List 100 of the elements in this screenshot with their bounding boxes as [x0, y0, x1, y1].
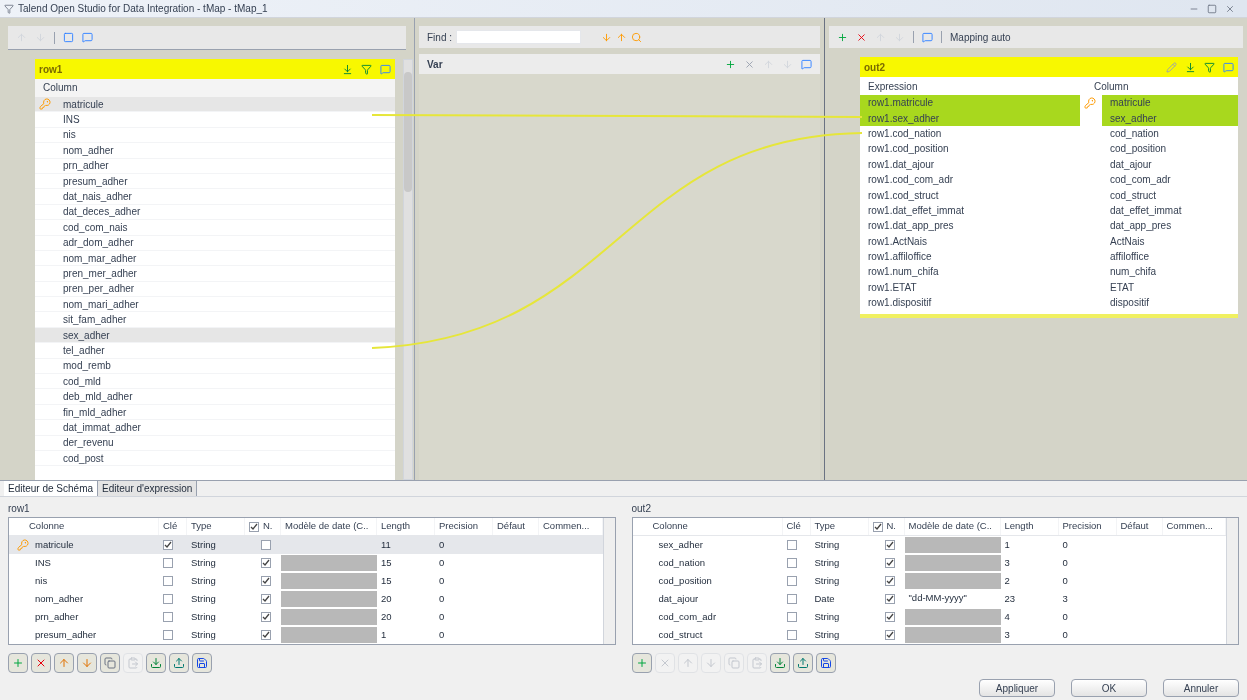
column-header[interactable]: Modèle de date (C.. — [285, 519, 369, 534]
column-row[interactable]: tel_adher — [35, 343, 395, 359]
schema-row[interactable]: matricule String 11 0 — [9, 536, 603, 554]
column-row[interactable]: deb_mld_adher — [35, 389, 395, 405]
checkbox[interactable] — [884, 630, 895, 640]
column-header[interactable]: Modèle de date (C.. — [908, 519, 992, 534]
checkbox[interactable] — [261, 612, 271, 622]
column-header[interactable]: Precision — [1062, 519, 1102, 534]
toolbar-button[interactable] — [769, 653, 790, 673]
editor-tab[interactable]: Editeur de Schéma — [4, 481, 99, 496]
checkbox[interactable] — [872, 521, 883, 532]
filter-icon[interactable] — [361, 63, 372, 75]
checkbox[interactable] — [884, 576, 895, 586]
column-row[interactable]: INS — [35, 112, 395, 128]
column-header[interactable]: Commen... — [543, 519, 590, 534]
column-header[interactable]: Type — [191, 519, 212, 534]
cross-icon[interactable] — [856, 31, 867, 43]
column-row[interactable]: nom_mari_adher — [35, 297, 395, 313]
toolbar-button[interactable] — [815, 653, 836, 673]
column-row[interactable]: nom_adher — [35, 143, 395, 159]
column-header[interactable]: Expression — [860, 78, 1086, 94]
checkbox[interactable] — [884, 540, 895, 550]
column-header[interactable]: N. — [886, 519, 896, 534]
toolbar-button[interactable] — [792, 653, 813, 673]
scrollbar[interactable] — [1226, 518, 1238, 644]
column-row[interactable]: matricule — [35, 97, 395, 113]
mapping-auto-button[interactable]: Mapping auto — [950, 29, 1011, 45]
column-header[interactable]: N. — [263, 519, 273, 534]
dialog-button[interactable]: Annuler — [1163, 679, 1239, 697]
checkbox[interactable] — [163, 612, 173, 622]
column-header[interactable]: Clé — [786, 519, 801, 534]
down-arrow-icon[interactable] — [601, 31, 612, 43]
column-header[interactable]: Type — [814, 519, 836, 534]
column-header[interactable]: Length — [1004, 519, 1034, 534]
checkbox[interactable] — [786, 594, 797, 604]
column-row[interactable]: cod_mld — [35, 374, 395, 390]
dialog-button[interactable]: Appliquer — [979, 679, 1055, 697]
checkbox[interactable] — [786, 630, 797, 640]
checkbox[interactable] — [786, 576, 797, 586]
column-name: der_revenu — [62, 436, 114, 451]
checkbox[interactable] — [163, 630, 173, 640]
table-cell-text: INS — [35, 555, 51, 570]
checkbox[interactable] — [884, 612, 895, 622]
close-icon[interactable] — [1225, 3, 1235, 14]
dialog-button[interactable]: OK — [1071, 679, 1147, 697]
column-header[interactable]: Colonne — [29, 519, 65, 534]
table-title: row1 — [39, 62, 63, 77]
checkbox[interactable] — [884, 594, 895, 604]
cross-icon[interactable] — [744, 58, 755, 70]
checkbox[interactable] — [249, 521, 259, 532]
editor-tab[interactable]: Editeur d'expression — [98, 481, 198, 496]
checkbox[interactable] — [261, 540, 271, 550]
checkbox[interactable] — [786, 558, 797, 568]
checkbox[interactable] — [261, 594, 271, 604]
plus-icon[interactable] — [725, 58, 736, 70]
up-arrow-icon[interactable] — [616, 31, 627, 43]
column-cell[interactable]: sex_adher — [1102, 110, 1238, 126]
checkbox[interactable] — [261, 630, 271, 640]
column-row[interactable]: sit_fam_adher — [35, 312, 395, 328]
find-field[interactable] — [456, 30, 581, 44]
column-row[interactable]: pren_mer_adher — [35, 266, 395, 282]
checkbox[interactable] — [163, 558, 173, 568]
column-header[interactable]: Colonne — [652, 519, 688, 534]
column-row[interactable]: dat_immat_adher — [35, 420, 395, 436]
checkbox[interactable] — [786, 612, 797, 622]
search-icon[interactable] — [631, 31, 642, 43]
pencil-icon[interactable] — [1166, 61, 1177, 73]
checkbox[interactable] — [786, 540, 797, 550]
column-header[interactable]: Precision — [439, 519, 479, 534]
column-header[interactable]: Défaut — [497, 519, 525, 534]
column-header[interactable]: Column — [1086, 78, 1238, 94]
column-row[interactable]: dat_nais_adher — [35, 189, 395, 205]
checkbox[interactable] — [163, 576, 173, 586]
scrollbar[interactable] — [403, 59, 413, 480]
arrow-down-icon[interactable] — [342, 63, 353, 75]
checkbox[interactable] — [261, 576, 271, 586]
expression-cell[interactable]: row1.matricule — [860, 95, 1080, 111]
plus-icon[interactable] — [837, 31, 848, 43]
toolbar-button[interactable] — [192, 653, 212, 673]
checkbox[interactable] — [163, 594, 173, 604]
column-header[interactable]: Length — [381, 519, 411, 534]
column-header[interactable]: Défaut — [1120, 519, 1149, 534]
toolbar-button[interactable] — [146, 653, 166, 673]
arrow-down-icon[interactable] — [1185, 61, 1196, 73]
checkbox[interactable] — [261, 558, 271, 568]
export-icon — [796, 657, 809, 669]
column-header[interactable]: Clé — [163, 519, 178, 534]
column-header[interactable]: Column — [35, 79, 395, 97]
filter-icon[interactable] — [1204, 61, 1215, 73]
column-name: nom_adher — [62, 143, 114, 158]
checkbox[interactable] — [884, 558, 895, 568]
toolbar-button[interactable] — [169, 653, 189, 673]
checkbox[interactable] — [163, 540, 173, 550]
column-row[interactable]: cod_com_nais — [35, 220, 395, 236]
toolbar-button[interactable] — [31, 653, 51, 673]
expression-cell[interactable]: row1.sex_adher — [860, 110, 1080, 126]
table-cell: 0 — [439, 538, 445, 550]
column-cell[interactable]: matricule — [1102, 95, 1238, 111]
column-header[interactable]: Commen... — [1166, 519, 1213, 534]
maximize-icon[interactable] — [1207, 3, 1217, 14]
